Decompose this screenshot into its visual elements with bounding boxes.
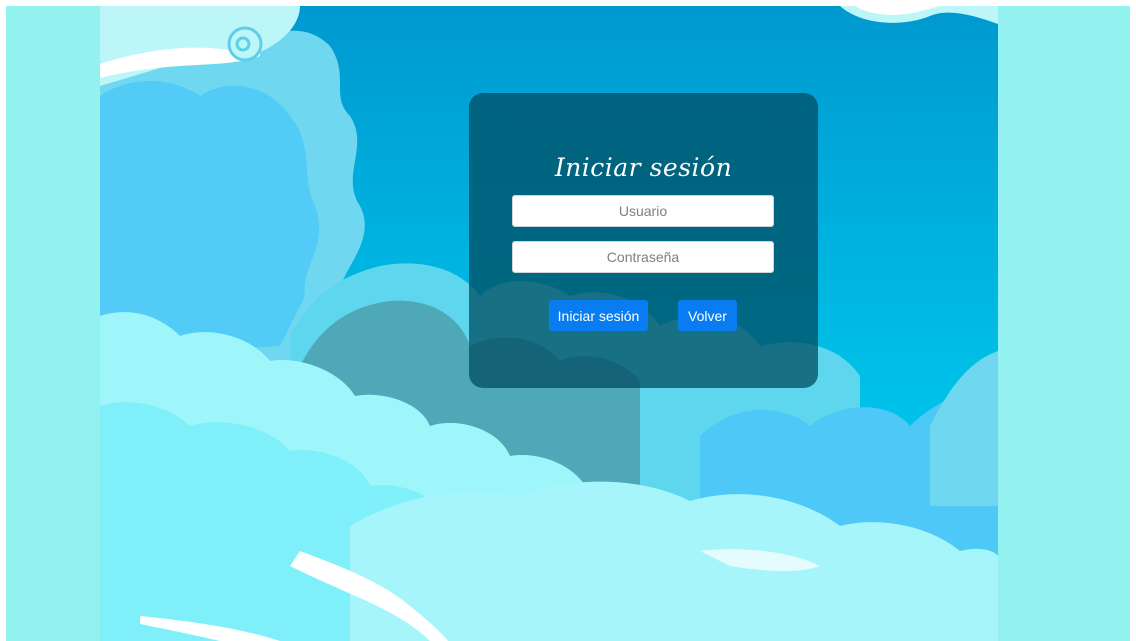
sky-background: Iniciar sesión Iniciar sesión Volver — [100, 6, 998, 641]
login-title: Iniciar sesión — [554, 153, 733, 182]
page-background: Iniciar sesión Iniciar sesión Volver — [6, 6, 1130, 641]
password-input[interactable] — [512, 241, 774, 273]
login-button[interactable]: Iniciar sesión — [549, 300, 648, 331]
username-input[interactable] — [512, 195, 774, 227]
back-button[interactable]: Volver — [678, 300, 737, 331]
login-card: Iniciar sesión Iniciar sesión Volver — [469, 93, 818, 388]
